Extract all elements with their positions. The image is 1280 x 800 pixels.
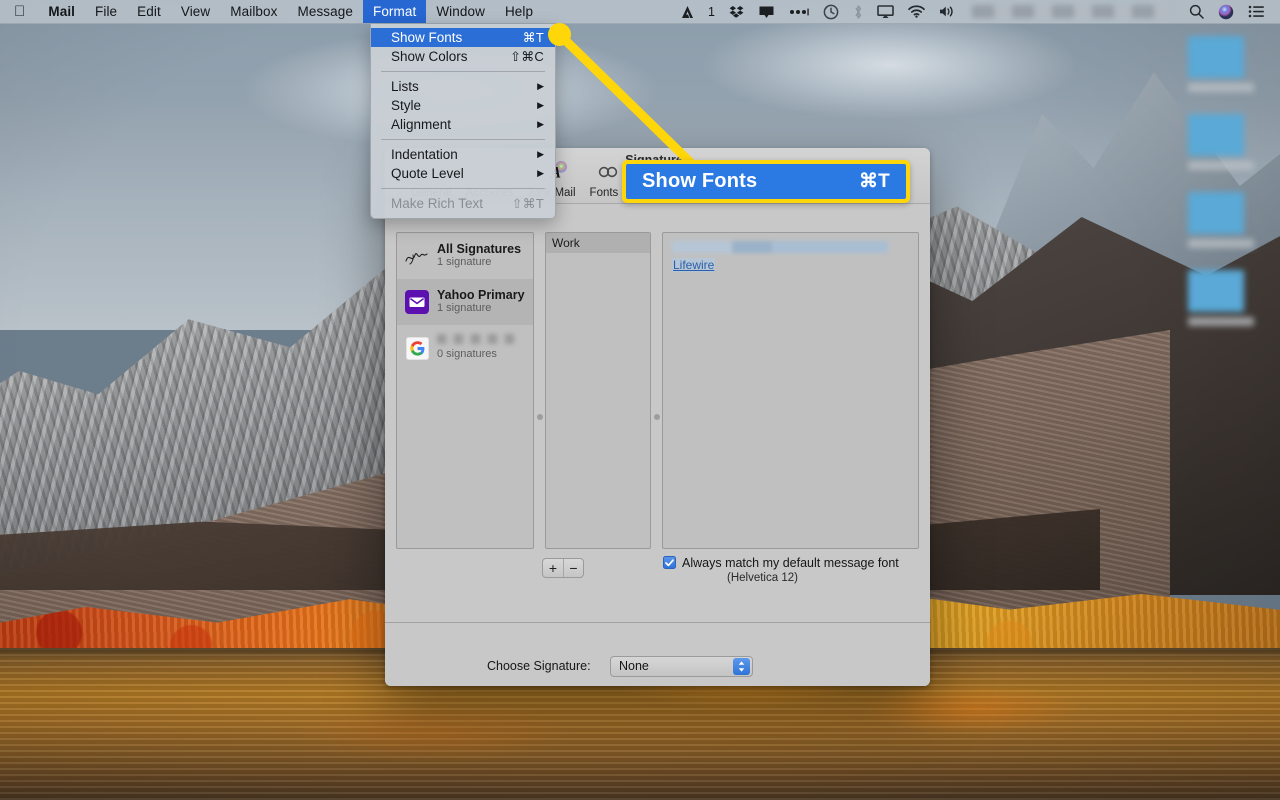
pane-splitter-left[interactable] <box>534 232 545 549</box>
menu-item-view[interactable]: View <box>171 0 220 23</box>
choose-signature-value: None <box>619 659 649 673</box>
submenu-arrow-icon: ▶ <box>537 82 544 91</box>
menu-item-edit[interactable]: Edit <box>127 0 171 23</box>
menu-separator <box>381 71 545 72</box>
pane-splitter-right[interactable] <box>651 232 662 549</box>
menu-item-window[interactable]: Window <box>426 0 495 23</box>
apple-logo-icon[interactable]:  <box>0 0 38 23</box>
menu-option-shortcut: ⇧⌘T <box>512 197 544 210</box>
menu-option-label: Quote Level <box>391 167 464 181</box>
menu-item-message[interactable]: Message <box>287 0 362 23</box>
submenu-arrow-icon: ▶ <box>537 169 544 178</box>
menu-option-style[interactable]: Style ▶ <box>371 96 555 115</box>
menu-option-show-colors[interactable]: Show Colors ⇧⌘C <box>371 47 555 66</box>
signatures-panes: All Signatures 1 signature Yahoo Primary <box>396 232 919 549</box>
choose-signature-label: Choose Signature: <box>487 659 591 673</box>
menu-option-lists[interactable]: Lists ▶ <box>371 77 555 96</box>
desktop-icon[interactable] <box>1188 270 1254 326</box>
section-divider <box>385 622 930 623</box>
notification-center-icon[interactable] <box>1241 0 1272 24</box>
bluetooth-icon[interactable] <box>846 0 870 24</box>
callout-highlight-box: Show Fonts ⌘T <box>622 160 910 203</box>
submenu-arrow-icon: ▶ <box>537 150 544 159</box>
signature-list-pane[interactable]: Work <box>545 232 651 549</box>
account-name: Yahoo Primary <box>437 288 525 302</box>
menu-option-label: Alignment <box>391 118 451 132</box>
preferences-body: All Signatures 1 signature Yahoo Primary <box>385 204 930 686</box>
signature-list-item-work[interactable]: Work <box>546 233 650 253</box>
signature-preview-blurred-text <box>672 241 888 253</box>
google-icon <box>404 335 430 361</box>
menu-bar-status-area: 1 <box>674 0 1280 23</box>
menu-bar-datetime-blurred <box>972 5 1172 18</box>
callout-label: Show Fonts <box>642 170 757 193</box>
menu-item-mail[interactable]: Mail <box>38 0 85 23</box>
menu-option-label: Lists <box>391 80 419 94</box>
default-font-value: (Helvetica 12) <box>727 572 899 584</box>
menu-separator <box>381 139 545 140</box>
account-name: All Signatures <box>437 242 521 256</box>
menu-item-file[interactable]: File <box>85 0 127 23</box>
add-signature-button[interactable]: + <box>543 559 563 577</box>
menu-option-shortcut: ⌘T <box>523 31 544 44</box>
callout-shortcut: ⌘T <box>859 170 890 193</box>
adobe-badge-count: 1 <box>701 0 722 24</box>
time-machine-icon[interactable] <box>816 0 846 24</box>
always-match-font-row[interactable]: Always match my default message font (He… <box>663 556 899 584</box>
menu-option-label: Make Rich Text <box>391 197 483 211</box>
menu-option-show-fonts[interactable]: Show Fonts ⌘T <box>371 28 555 47</box>
accounts-pane[interactable]: All Signatures 1 signature Yahoo Primary <box>396 232 534 549</box>
menu-option-make-rich-text: Make Rich Text ⇧⌘T <box>371 194 555 213</box>
menu-option-label: Show Fonts <box>391 31 462 45</box>
desktop-icon-column <box>1188 36 1254 348</box>
wifi-icon[interactable] <box>901 0 932 24</box>
always-match-font-label: Always match my default message font <box>682 556 899 570</box>
callout-anchor-dot <box>548 23 571 46</box>
menu-option-shortcut: ⇧⌘C <box>510 50 544 63</box>
submenu-arrow-icon: ▶ <box>537 101 544 110</box>
always-match-font-checkbox[interactable] <box>663 556 676 569</box>
format-dropdown-menu: Show Fonts ⌘T Show Colors ⇧⌘C Lists ▶ St… <box>370 24 556 219</box>
account-row-google[interactable]: 0 signatures <box>397 325 533 371</box>
menu-option-label: Indentation <box>391 148 458 162</box>
account-signature-count: 0 signatures <box>437 348 515 362</box>
menu-option-label: Style <box>391 99 421 113</box>
yahoo-mail-icon <box>404 289 430 315</box>
dropbox-icon[interactable] <box>722 0 751 24</box>
spotlight-search-icon[interactable] <box>1182 0 1211 24</box>
menu-item-format[interactable]: Format <box>363 0 426 23</box>
desktop-icon[interactable] <box>1188 114 1254 170</box>
adobe-icon[interactable] <box>674 0 701 24</box>
mail-preferences-window: Signatures A <box>385 148 930 686</box>
account-signature-count: 1 signature <box>437 302 525 316</box>
menu-item-help[interactable]: Help <box>495 0 543 23</box>
account-row-yahoo-primary[interactable]: Yahoo Primary 1 signature <box>397 279 533 325</box>
volume-icon[interactable] <box>932 0 962 24</box>
choose-signature-select[interactable]: None <box>610 656 753 677</box>
menu-separator <box>381 188 545 189</box>
desktop-icon[interactable] <box>1188 192 1254 248</box>
chevron-updown-icon <box>733 658 750 675</box>
menu-option-label: Show Colors <box>391 50 468 64</box>
signature-preview-link[interactable]: Lifewire <box>672 258 715 272</box>
menu-bar-items:  Mail File Edit View Mailbox Message Fo… <box>0 0 543 23</box>
account-row-all-signatures[interactable]: All Signatures 1 signature <box>397 233 533 279</box>
menu-option-quote-level[interactable]: Quote Level ▶ <box>371 164 555 183</box>
account-name-blurred <box>437 334 515 344</box>
menu-item-mailbox[interactable]: Mailbox <box>220 0 287 23</box>
display-mirror-icon[interactable] <box>751 0 782 24</box>
submenu-arrow-icon: ▶ <box>537 120 544 129</box>
menu-option-indentation[interactable]: Indentation ▶ <box>371 145 555 164</box>
siri-icon[interactable] <box>1211 0 1241 24</box>
menu-option-alignment[interactable]: Alignment ▶ <box>371 115 555 134</box>
account-signature-count: 1 signature <box>437 256 521 270</box>
remove-signature-button[interactable]: − <box>563 559 583 577</box>
signature-add-remove-group: + − <box>542 558 584 578</box>
signature-preview-pane[interactable]: Lifewire <box>662 232 919 549</box>
macos-menu-bar:  Mail File Edit View Mailbox Message Fo… <box>0 0 1280 24</box>
desktop-icon[interactable] <box>1188 36 1254 92</box>
ellipsis-icon[interactable] <box>782 0 816 24</box>
signature-scribble-icon <box>404 243 430 269</box>
airplay-icon[interactable] <box>870 0 901 24</box>
